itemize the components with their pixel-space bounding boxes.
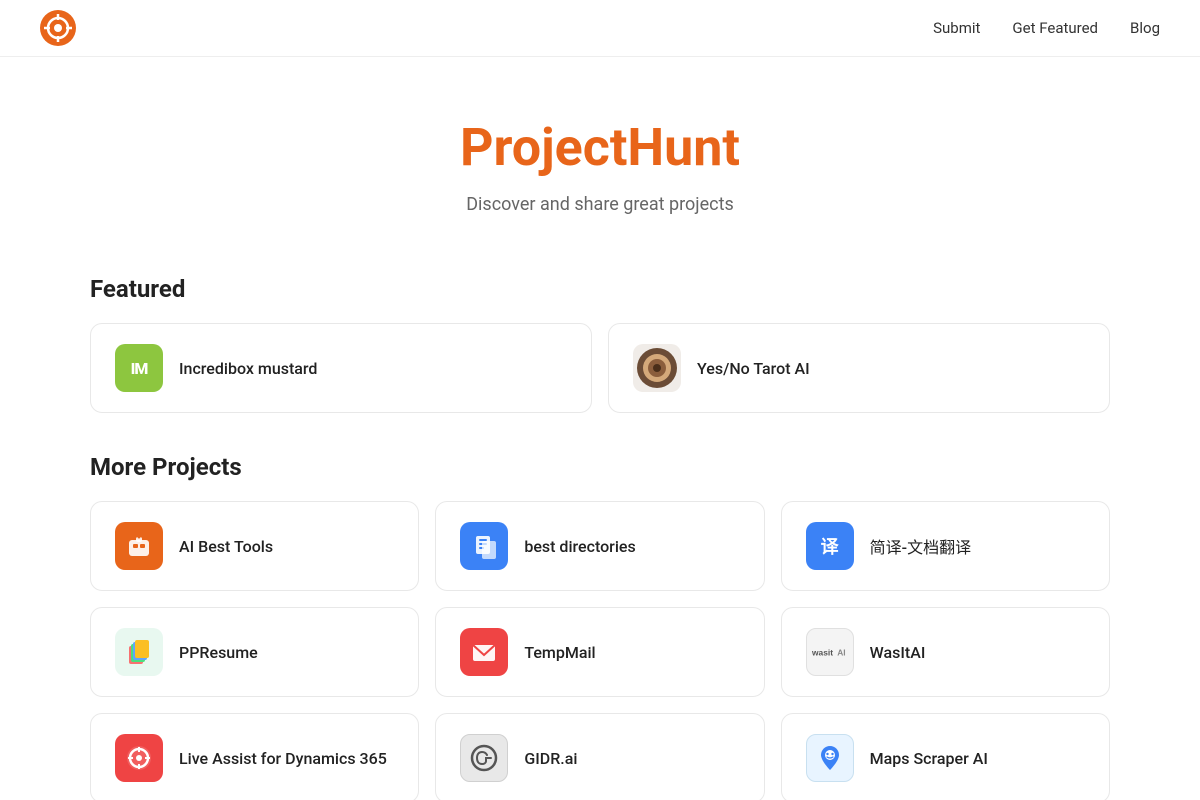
more-projects-title: More Projects bbox=[90, 453, 1110, 481]
maps-scraper-icon bbox=[806, 734, 854, 782]
best-directories-name: best directories bbox=[524, 537, 635, 556]
incredibox-name: Incredibox mustard bbox=[179, 359, 317, 378]
card-best-directories[interactable]: best directories bbox=[435, 501, 764, 591]
card-jian-yi[interactable]: 译 简译-文档翻译 bbox=[781, 501, 1110, 591]
main-nav: Submit Get Featured Blog bbox=[933, 19, 1160, 37]
live-assist-name: Live Assist for Dynamics 365 bbox=[179, 749, 387, 768]
tarot-name: Yes/No Tarot AI bbox=[697, 359, 810, 378]
card-ppresume[interactable]: PPResume bbox=[90, 607, 419, 697]
incredibox-icon: IM bbox=[115, 344, 163, 392]
card-incredibox-mustard[interactable]: IM Incredibox mustard bbox=[90, 323, 592, 413]
best-directories-icon bbox=[460, 522, 508, 570]
nav-submit[interactable]: Submit bbox=[933, 19, 980, 37]
gidr-ai-name: GIDR.ai bbox=[524, 749, 577, 768]
card-live-assist[interactable]: Live Assist for Dynamics 365 bbox=[90, 713, 419, 800]
gidr-ai-icon bbox=[460, 734, 508, 782]
card-maps-scraper[interactable]: Maps Scraper AI bbox=[781, 713, 1110, 800]
ai-best-tools-icon bbox=[115, 522, 163, 570]
card-gidr-ai[interactable]: GIDR.ai bbox=[435, 713, 764, 800]
tarot-icon bbox=[633, 344, 681, 392]
header: Submit Get Featured Blog bbox=[0, 0, 1200, 57]
hero-section: ProjectHunt Discover and share great pro… bbox=[90, 117, 1110, 215]
tempmail-name: TempMail bbox=[524, 643, 595, 662]
card-yes-no-tarot[interactable]: Yes/No Tarot AI bbox=[608, 323, 1110, 413]
jian-yi-icon: 译 bbox=[806, 522, 854, 570]
logo-icon bbox=[40, 10, 76, 46]
ai-best-tools-name: AI Best Tools bbox=[179, 537, 273, 556]
svg-text:wasit: wasit bbox=[812, 648, 833, 658]
svg-text:AI: AI bbox=[837, 648, 845, 658]
main-content: ProjectHunt Discover and share great pro… bbox=[50, 57, 1150, 800]
ppresume-name: PPResume bbox=[179, 643, 258, 662]
featured-grid: IM Incredibox mustard bbox=[90, 323, 1110, 413]
jian-yi-name: 简译-文档翻译 bbox=[870, 534, 971, 558]
featured-section: Featured IM Incredibox mustard bbox=[90, 275, 1110, 413]
logo[interactable] bbox=[40, 10, 76, 46]
more-projects-section: More Projects AI Best Tool bbox=[90, 453, 1110, 800]
card-ai-best-tools[interactable]: AI Best Tools bbox=[90, 501, 419, 591]
nav-get-featured[interactable]: Get Featured bbox=[1012, 19, 1098, 37]
wasitai-name: WasItAI bbox=[870, 643, 926, 662]
nav-blog[interactable]: Blog bbox=[1130, 19, 1160, 37]
wasitai-icon: wasit AI bbox=[806, 628, 854, 676]
hero-title: ProjectHunt bbox=[90, 117, 1110, 178]
live-assist-icon bbox=[115, 734, 163, 782]
card-tempmail[interactable]: TempMail bbox=[435, 607, 764, 697]
ppresume-icon bbox=[115, 628, 163, 676]
more-projects-grid: AI Best Tools best direc bbox=[90, 501, 1110, 800]
maps-scraper-name: Maps Scraper AI bbox=[870, 749, 988, 768]
card-wasitai[interactable]: wasit AI WasItAI bbox=[781, 607, 1110, 697]
tempmail-icon bbox=[460, 628, 508, 676]
hero-subtitle: Discover and share great projects bbox=[90, 194, 1110, 215]
featured-title: Featured bbox=[90, 275, 1110, 303]
